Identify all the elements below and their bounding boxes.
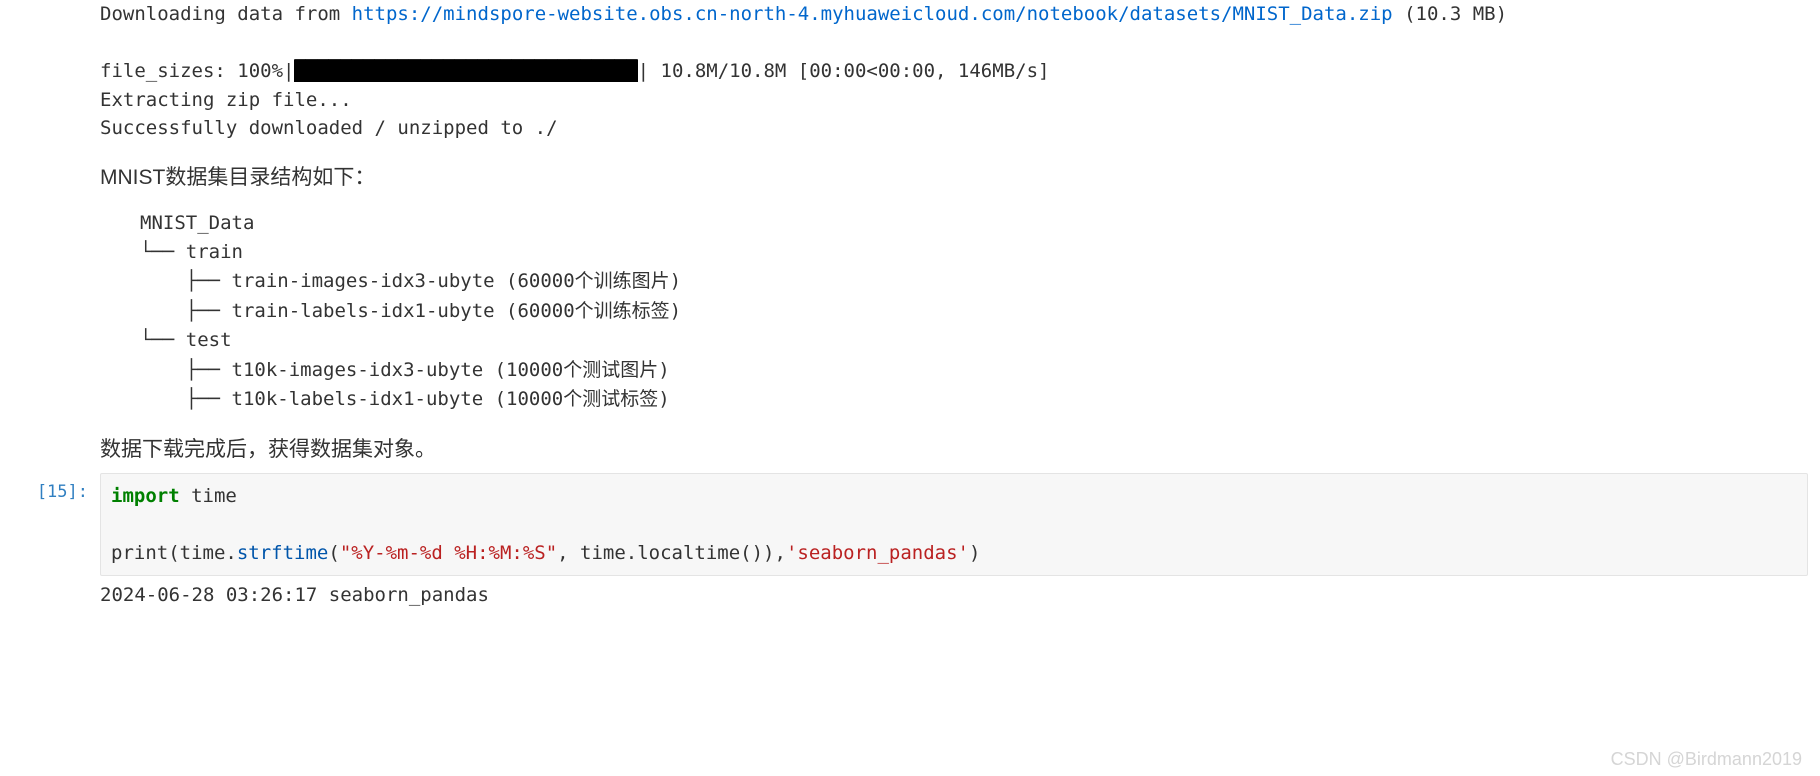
- progress-stats: | 10.8M/10.8M [00:00<00:00, 146MB/s]: [638, 60, 1050, 82]
- code-cell-input[interactable]: import time print(time.strftime("%Y-%m-%…: [100, 473, 1808, 577]
- tree-line: └── train: [140, 241, 243, 263]
- tree-line: └── test: [140, 329, 232, 351]
- watermark: CSDN @Birdmann2019: [1611, 749, 1802, 770]
- fn-print: print: [111, 542, 168, 564]
- done-line: Successfully downloaded / unzipped to ./: [100, 117, 558, 139]
- progress-label: file_sizes: 100%|: [100, 60, 294, 82]
- output-prompt-spacer: [0, 582, 100, 606]
- cell-output-download: Downloading data from https://mindspore-…: [0, 0, 1820, 143]
- output-row: 2024-06-28 03:26:17 seaborn_pandas: [0, 582, 1820, 606]
- directory-tree: MNIST_Data └── train ├── train-images-id…: [0, 209, 1820, 415]
- tree-line: MNIST_Data: [140, 212, 254, 234]
- markdown-text-2: 数据下载完成后，获得数据集对象。: [0, 433, 1820, 463]
- string-format: "%Y-%m-%d %H:%M:%S": [340, 542, 557, 564]
- code-text: ): [969, 542, 980, 564]
- notebook-document: Downloading data from https://mindspore-…: [0, 0, 1820, 626]
- tree-line: ├── t10k-images-idx3-ubyte (10000个测试图片): [140, 359, 670, 381]
- download-url-link[interactable]: https://mindspore-website.obs.cn-north-4…: [352, 3, 1393, 25]
- tree-line: ├── train-labels-idx1-ubyte (60000个训练标签): [140, 300, 681, 322]
- code-text: , time.localtime()),: [557, 542, 786, 564]
- download-text-prefix: Downloading data from: [100, 3, 352, 25]
- code-cell-row: [15]: import time print(time.strftime("%…: [0, 473, 1820, 577]
- markdown-text-1: MNIST数据集目录结构如下：: [0, 161, 1820, 191]
- tree-line: ├── t10k-labels-idx1-ubyte (10000个测试标签): [140, 388, 670, 410]
- extract-line: Extracting zip file...: [100, 89, 352, 111]
- code-text: (: [328, 542, 339, 564]
- tree-line: ├── train-images-idx3-ubyte (60000个训练图片): [140, 270, 681, 292]
- input-prompt: [15]:: [0, 473, 100, 577]
- keyword-import: import: [111, 485, 180, 507]
- download-text-suffix: (10.3 MB): [1393, 3, 1507, 25]
- string-seaborn: 'seaborn_pandas': [786, 542, 969, 564]
- progress-bar: ██████████████████████████████: [294, 60, 637, 82]
- module-time: time: [180, 485, 237, 507]
- cell-output-text: 2024-06-28 03:26:17 seaborn_pandas: [100, 582, 1820, 606]
- code-text: (time.: [168, 542, 237, 564]
- fn-strftime: strftime: [237, 542, 329, 564]
